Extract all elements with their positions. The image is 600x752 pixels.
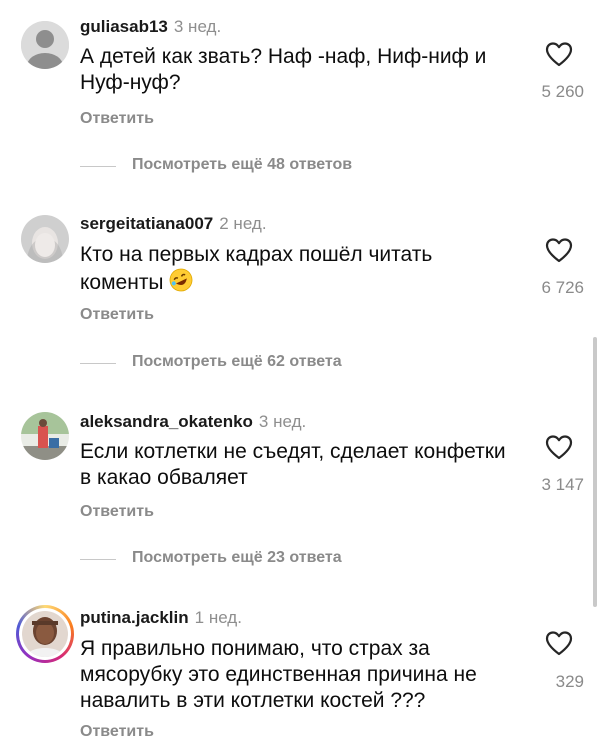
comment-header: sergeitatiana007 2 нед. (80, 214, 267, 234)
comment-header: putina.jacklin 1 нед. (80, 608, 242, 628)
comment-text: Я правильно понимаю, что страх за мясору… (80, 637, 477, 712)
divider-line (80, 363, 116, 364)
username[interactable]: putina.jacklin (80, 608, 189, 627)
reply-button[interactable]: Ответить (80, 723, 154, 741)
username[interactable]: sergeitatiana007 (80, 214, 213, 233)
view-replies-label: Посмотреть ещё 62 ответа (132, 353, 342, 370)
scrollbar[interactable] (593, 337, 597, 607)
comment-text: Кто на первых кадрах пошёл читать комент… (80, 242, 520, 299)
like-count: 5 260 (541, 82, 584, 101)
heart-outline-icon[interactable] (545, 41, 573, 67)
timestamp: 1 нед. (194, 608, 242, 627)
user-avatar[interactable] (21, 412, 69, 460)
comment-header: aleksandra_okatenko 3 нед. (80, 412, 306, 432)
like-count: 6 726 (541, 278, 584, 297)
timestamp: 3 нед. (258, 412, 307, 431)
comment-header: guliasab13 3 нед. (80, 17, 221, 37)
reply-button[interactable]: Ответить (80, 503, 154, 521)
user-avatar[interactable] (21, 215, 69, 263)
comment-text: А детей как звать? Наф -наф, Ниф-ниф и Н… (80, 45, 487, 94)
reply-button[interactable]: Ответить (80, 110, 154, 128)
username[interactable]: aleksandra_okatenko (80, 412, 253, 431)
like-count: 329 (555, 672, 584, 691)
default-avatar-icon[interactable] (21, 21, 69, 69)
heart-outline-icon[interactable] (545, 237, 573, 263)
like-count: 3 147 (541, 475, 584, 494)
rolling-laughing-emoji-icon (169, 268, 193, 299)
heart-outline-icon[interactable] (545, 630, 573, 656)
view-replies-label: Посмотреть ещё 48 ответов (132, 156, 353, 173)
divider-line (80, 166, 116, 167)
timestamp: 3 нед. (173, 17, 222, 36)
view-replies-label: Посмотреть ещё 23 ответа (132, 549, 342, 566)
story-ring[interactable] (16, 605, 74, 663)
username[interactable]: guliasab13 (80, 17, 168, 36)
heart-outline-icon[interactable] (545, 434, 573, 460)
timestamp: 2 нед. (219, 214, 267, 233)
user-avatar (22, 611, 68, 657)
comment-text: Если котлетки не съедят, сделает конфетк… (80, 440, 506, 489)
comment-text-content: Кто на первых кадрах пошёл читать комент… (80, 243, 433, 295)
reply-button[interactable]: Ответить (80, 306, 154, 324)
divider-line (80, 559, 116, 560)
